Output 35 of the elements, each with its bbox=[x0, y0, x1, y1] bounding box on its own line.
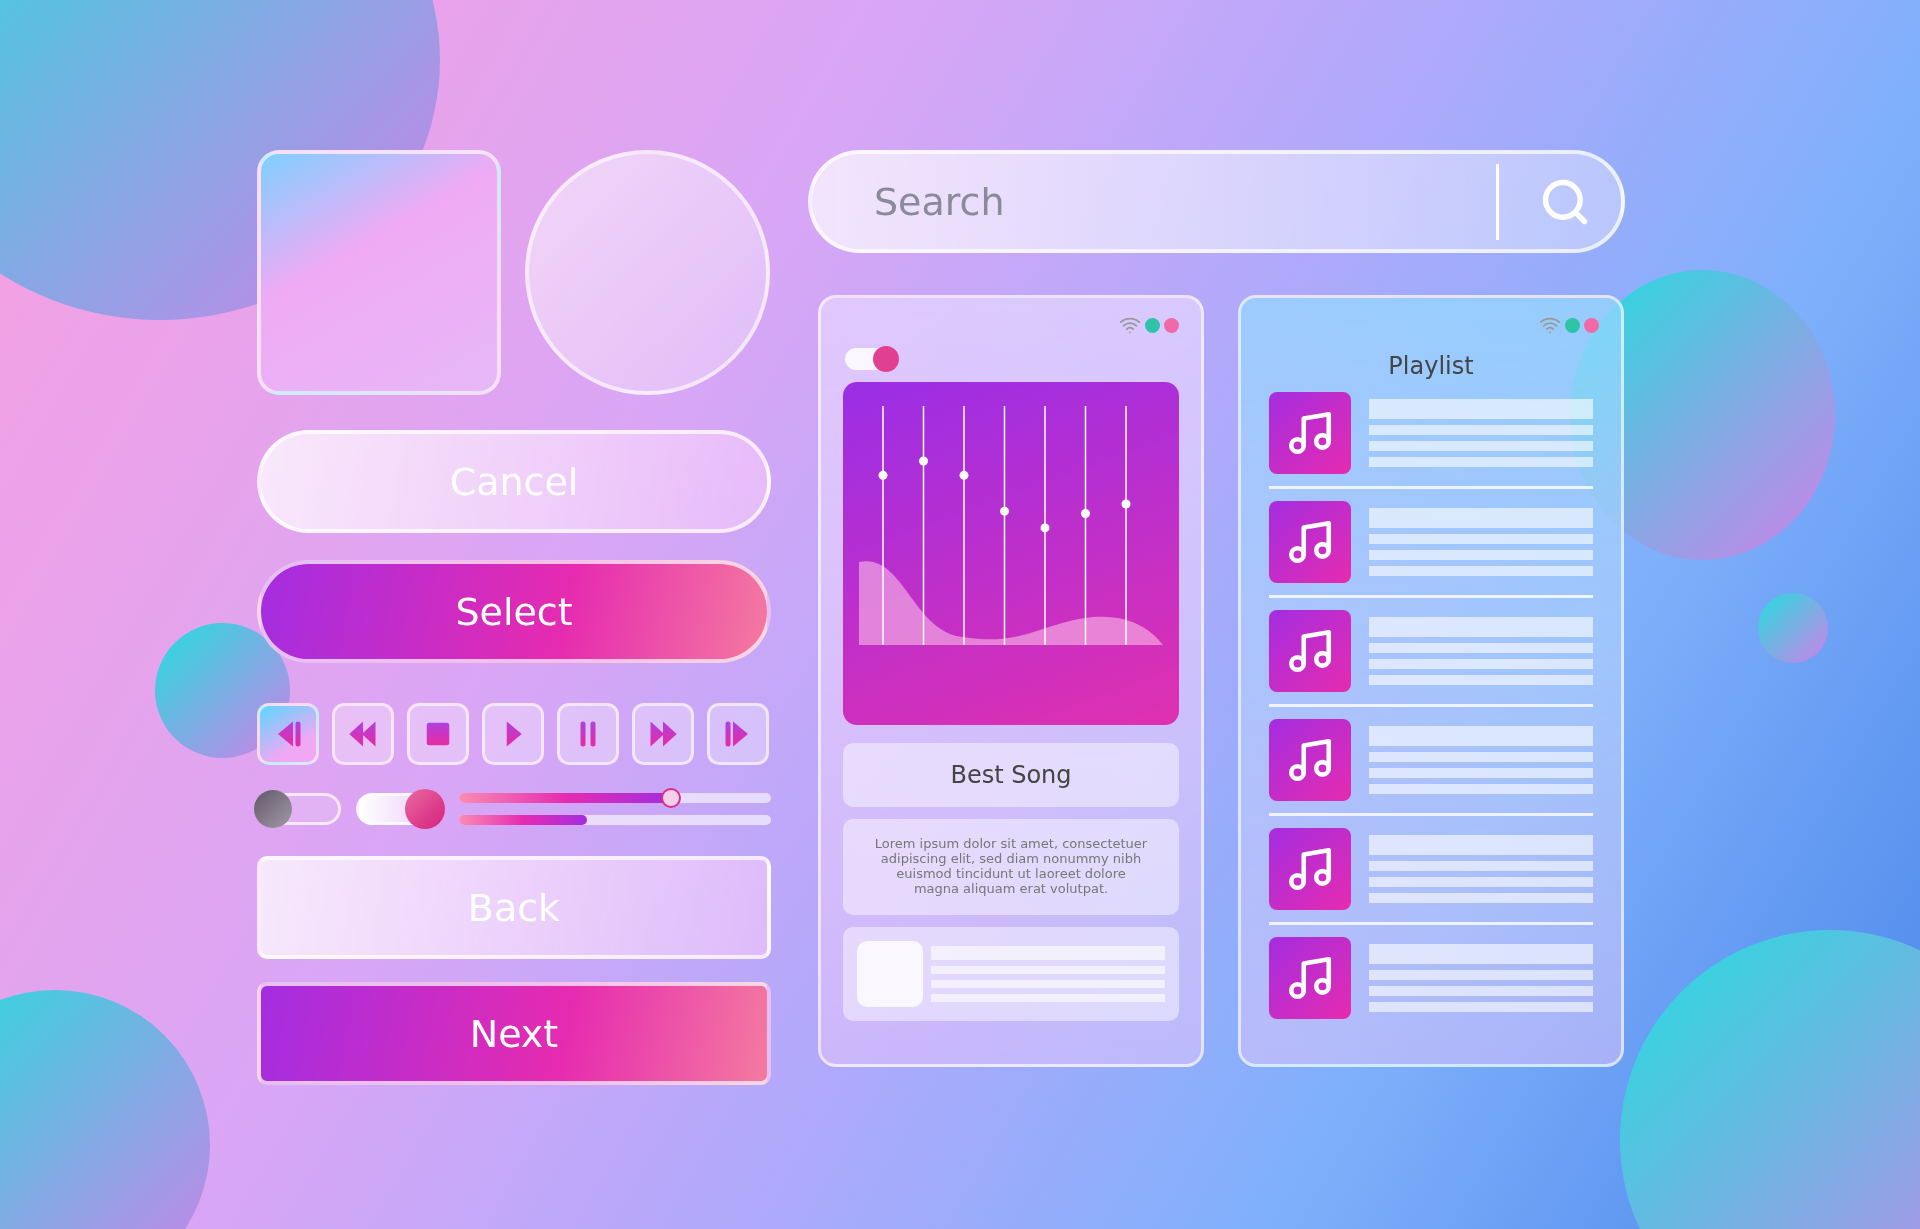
thumbnail-placeholder bbox=[857, 940, 923, 1007]
song-title: Best Song bbox=[950, 760, 1072, 791]
media-control-button[interactable] bbox=[632, 703, 694, 765]
music-note-tile[interactable] bbox=[1269, 610, 1351, 692]
toggle-switch[interactable] bbox=[257, 793, 341, 825]
slider-thumb[interactable] bbox=[959, 470, 969, 480]
playlist-title: Playlist bbox=[1387, 352, 1475, 380]
slider-track[interactable] bbox=[459, 815, 771, 825]
slider-thumb[interactable] bbox=[878, 470, 888, 480]
rewind-icon bbox=[348, 719, 378, 749]
slider-thumb[interactable] bbox=[1040, 523, 1050, 533]
slider-thumb[interactable] bbox=[1081, 509, 1090, 519]
music-note-tile[interactable] bbox=[1269, 392, 1351, 474]
media-control-button[interactable] bbox=[707, 703, 769, 765]
media-control-button[interactable] bbox=[257, 703, 319, 765]
media-control-button[interactable] bbox=[482, 703, 544, 765]
primary-button[interactable]: Next bbox=[257, 982, 771, 1085]
music-note-tile[interactable] bbox=[1269, 937, 1351, 1019]
slider-thumb[interactable] bbox=[1121, 499, 1131, 509]
slider-track[interactable] bbox=[459, 793, 771, 803]
media-control-button[interactable] bbox=[332, 703, 394, 765]
media-control-button[interactable] bbox=[407, 703, 469, 765]
fast-forward-icon bbox=[648, 719, 678, 749]
music-note-tile[interactable] bbox=[1269, 828, 1351, 910]
slider-thumb[interactable] bbox=[661, 788, 682, 808]
search-field[interactable]: Search bbox=[872, 178, 1476, 225]
primary-button[interactable]: Select bbox=[257, 560, 771, 663]
music-note-tile[interactable] bbox=[1269, 719, 1351, 801]
slider-thumb[interactable] bbox=[919, 456, 928, 466]
search-bar[interactable]: Search bbox=[808, 150, 1625, 253]
media-control-button[interactable] bbox=[557, 703, 619, 765]
toggle-switch[interactable] bbox=[845, 348, 897, 370]
slider-thumb[interactable] bbox=[1000, 506, 1009, 516]
song-description: Lorem ipsum dolor sit amet, consectetuer adipiscing elit, sed diam nonummy nibh euismod tincidunt ut laoreet dolore magna aliquam erat volutpat. bbox=[873, 835, 1149, 898]
music-note-tile[interactable] bbox=[1269, 501, 1351, 583]
